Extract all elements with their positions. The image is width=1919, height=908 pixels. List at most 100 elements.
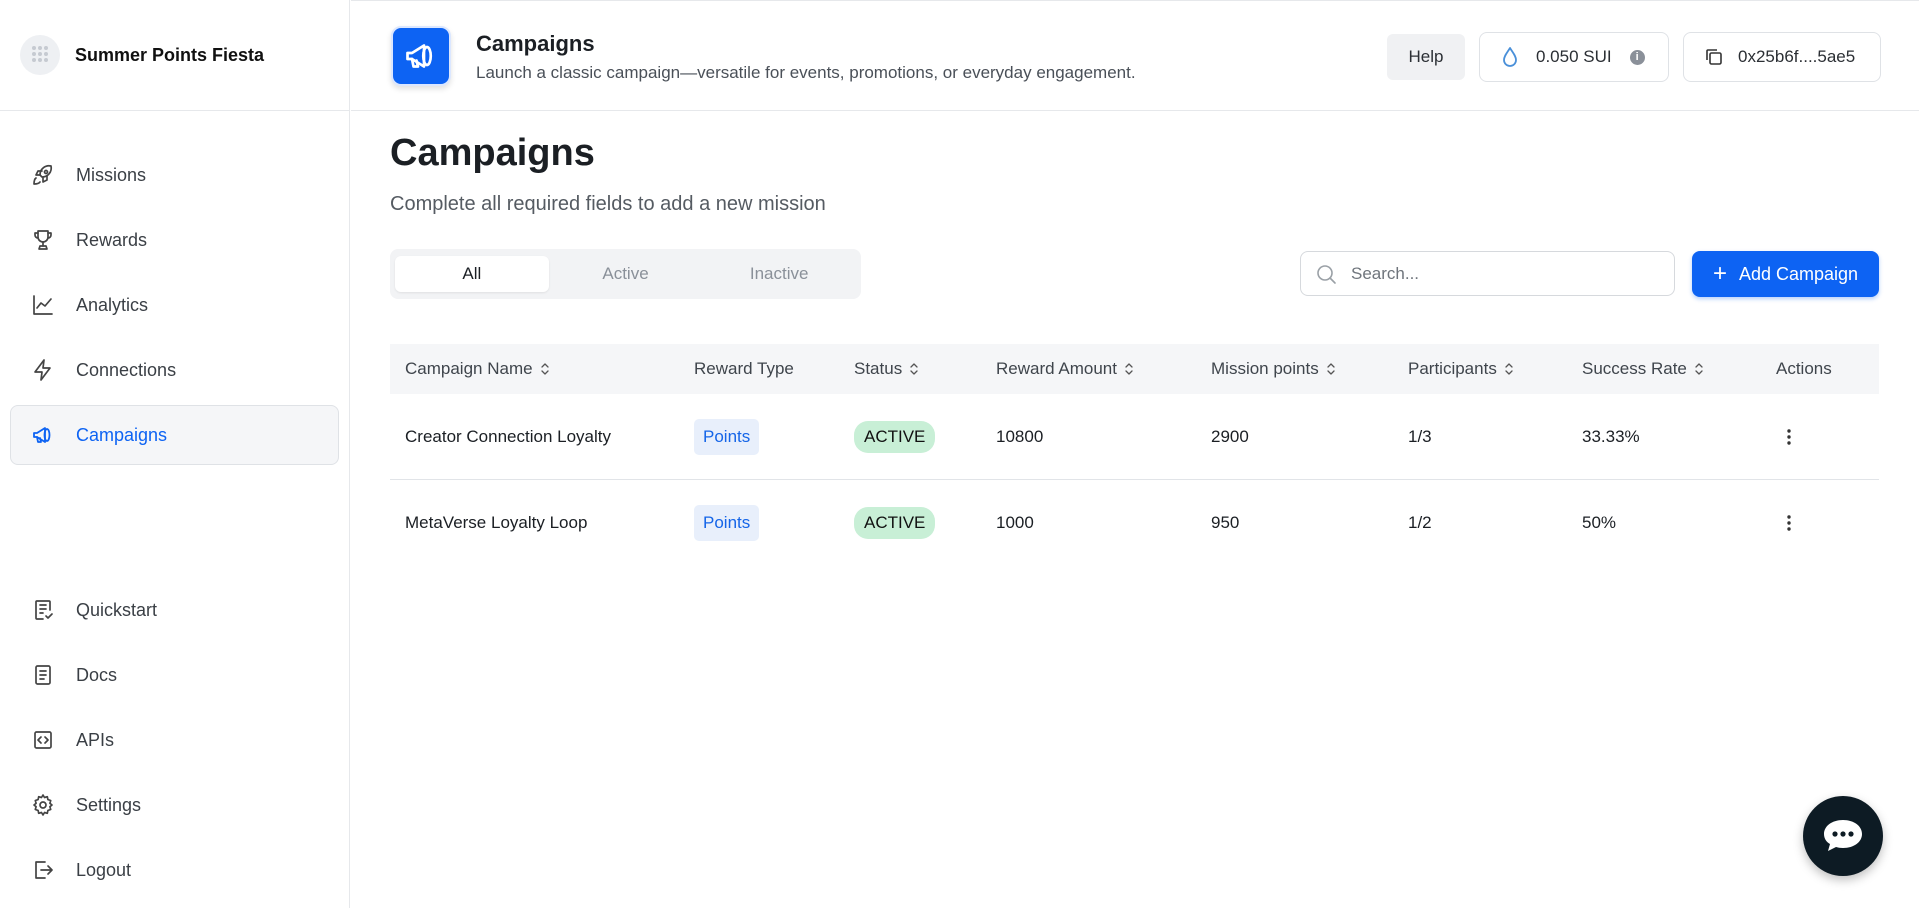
- column-label: Reward Amount: [996, 359, 1117, 378]
- header-title: Campaigns: [476, 31, 595, 56]
- lightning-icon: [30, 357, 56, 383]
- sidebar-nav-main: Missions Rewards Analytics Connections C…: [10, 145, 339, 470]
- reward-amount: 1000: [996, 513, 1034, 532]
- sort-icon[interactable]: [909, 362, 919, 376]
- chat-launcher-button[interactable]: [1803, 796, 1883, 876]
- reward-type-badge: Points: [694, 418, 760, 455]
- campaign-name: Creator Connection Loyalty: [405, 426, 612, 446]
- tab-all[interactable]: All: [395, 256, 549, 292]
- document-icon: [30, 662, 56, 688]
- sort-icon[interactable]: [1124, 362, 1134, 376]
- copy-icon: [1704, 47, 1724, 67]
- trophy-icon: [30, 227, 56, 253]
- sidebar-item-label: Logout: [76, 859, 132, 880]
- column-label: Reward Type: [694, 359, 794, 378]
- mission-points: 2900: [1211, 426, 1249, 446]
- rocket-icon: [30, 162, 56, 188]
- top-header: Campaigns Launch a classic campaign—vers…: [351, 0, 1919, 111]
- wallet-address-button[interactable]: 0x25b6f....5ae5: [1683, 32, 1881, 82]
- sidebar-item-label: Settings: [76, 794, 142, 815]
- column-header-reward-type: Reward Type: [694, 359, 854, 379]
- participants: 1/2: [1408, 513, 1432, 532]
- sidebar-item-label: Campaigns: [76, 424, 168, 445]
- column-header-status[interactable]: Status: [854, 359, 996, 379]
- search-icon: [1315, 263, 1337, 285]
- status-cell: ACTIVE: [854, 507, 996, 539]
- more-vertical-icon[interactable]: [1776, 428, 1879, 446]
- column-header-success-rate[interactable]: Success Rate: [1582, 359, 1776, 379]
- status-badge: ACTIVE: [854, 420, 936, 453]
- megaphone-icon: [391, 26, 451, 86]
- balance-amount: 0.050 SUI: [1536, 47, 1612, 66]
- balance-button[interactable]: 0.050 SUI i: [1479, 32, 1669, 82]
- sidebar-item-connections[interactable]: Connections: [10, 340, 339, 400]
- add-campaign-button[interactable]: + Add Campaign: [1692, 251, 1879, 297]
- tab-active[interactable]: Active: [549, 256, 703, 292]
- success-rate: 33.33%: [1582, 426, 1640, 446]
- checklist-icon: [30, 597, 56, 623]
- sidebar-item-label: Quickstart: [76, 599, 158, 620]
- megaphone-icon: [30, 422, 56, 448]
- brand-logo: [20, 35, 60, 75]
- brand-header: Summer Points Fiesta: [0, 0, 349, 111]
- sort-icon[interactable]: [540, 362, 550, 376]
- sidebar-nav-secondary: Quickstart Docs APIs Settings Logout: [10, 580, 339, 905]
- sidebar-item-apis[interactable]: APIs: [10, 710, 339, 770]
- tab-inactive[interactable]: Inactive: [702, 256, 856, 292]
- sidebar-item-label: APIs: [76, 729, 115, 750]
- sidebar-item-label: Connections: [76, 359, 177, 380]
- mission-points: 950: [1211, 513, 1240, 532]
- sort-icon[interactable]: [1504, 362, 1514, 376]
- more-vertical-icon[interactable]: [1776, 514, 1879, 532]
- plus-icon: +: [1712, 260, 1727, 287]
- column-header-reward-amount[interactable]: Reward Amount: [996, 359, 1211, 379]
- add-campaign-label: Add Campaign: [1738, 263, 1859, 284]
- table-row[interactable]: Creator Connection Loyalty Points ACTIVE…: [390, 394, 1879, 480]
- table-header: Campaign Name Reward Type Status Reward …: [390, 344, 1879, 394]
- code-icon: [30, 727, 56, 753]
- sidebar-item-logout[interactable]: Logout: [10, 840, 339, 900]
- sidebar-item-analytics[interactable]: Analytics: [10, 275, 339, 335]
- help-button[interactable]: Help: [1387, 34, 1465, 80]
- column-label: Mission points: [1211, 359, 1319, 378]
- sidebar-item-label: Missions: [76, 164, 147, 185]
- reward-type-cell: Points: [694, 418, 854, 455]
- sidebar-item-docs[interactable]: Docs: [10, 645, 339, 705]
- column-header-actions: Actions: [1776, 359, 1879, 379]
- column-label: Success Rate: [1582, 359, 1687, 378]
- column-header-participants[interactable]: Participants: [1408, 359, 1582, 379]
- sidebar-item-rewards[interactable]: Rewards: [10, 210, 339, 270]
- sort-icon[interactable]: [1694, 362, 1704, 376]
- info-icon[interactable]: i: [1629, 49, 1645, 65]
- table-row[interactable]: MetaVerse Loyalty Loop Points ACTIVE 100…: [390, 480, 1879, 566]
- sidebar-item-settings[interactable]: Settings: [10, 775, 339, 835]
- page-title: Campaigns: [390, 132, 595, 174]
- column-header-mission-points[interactable]: Mission points: [1211, 359, 1408, 379]
- column-label: Status: [854, 359, 903, 378]
- reward-type-badge: Points: [694, 505, 760, 541]
- success-rate: 50%: [1582, 513, 1617, 532]
- column-header-campaign-name[interactable]: Campaign Name: [390, 359, 694, 379]
- chat-bubble-icon: [1821, 816, 1865, 856]
- sidebar-item-label: Docs: [76, 664, 118, 685]
- sidebar-item-missions[interactable]: Missions: [10, 145, 339, 205]
- search-box: [1300, 251, 1675, 296]
- reward-type-cell: Points: [694, 505, 854, 541]
- droplet-icon: [1500, 46, 1520, 68]
- campaigns-table: Campaign Name Reward Type Status Reward …: [390, 344, 1879, 566]
- status-badge: ACTIVE: [854, 507, 936, 539]
- logout-icon: [30, 857, 56, 883]
- page-subtitle: Complete all required fields to add a ne…: [390, 193, 826, 215]
- sidebar-item-label: Rewards: [76, 229, 148, 250]
- wallet-address: 0x25b6f....5ae5: [1738, 47, 1856, 66]
- sidebar: Summer Points Fiesta Missions Rewards An…: [0, 0, 350, 908]
- search-input[interactable]: [1351, 263, 1651, 284]
- brand-name: Summer Points Fiesta: [75, 44, 265, 65]
- chart-line-icon: [30, 292, 56, 318]
- sidebar-item-quickstart[interactable]: Quickstart: [10, 580, 339, 640]
- sort-icon[interactable]: [1326, 362, 1336, 376]
- header-subtitle: Launch a classic campaign—versatile for …: [476, 63, 1136, 82]
- column-label: Actions: [1776, 359, 1832, 378]
- sidebar-item-campaigns[interactable]: Campaigns: [10, 405, 339, 465]
- campaign-name: MetaVerse Loyalty Loop: [405, 513, 588, 532]
